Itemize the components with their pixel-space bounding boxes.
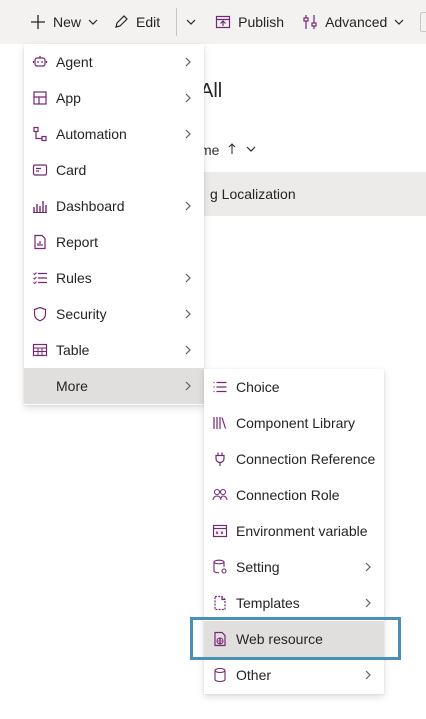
menu-item-label: Automation [56,126,127,142]
menu-item-setting[interactable]: Setting [204,549,384,585]
menu-item-label: More [56,378,88,394]
chevron-right-icon [180,306,196,322]
card-icon [32,162,48,178]
report-icon [32,234,48,250]
edit-label: Edit [136,14,161,30]
column-header-name[interactable]: me [200,142,257,158]
chevron-down-icon [245,142,257,158]
menu-item-label: Environment variable [236,523,368,539]
chevron-right-icon [180,342,196,358]
templates-icon [212,595,228,611]
publish-label: Publish [238,14,285,30]
menu-item-label: Card [56,162,87,178]
menu-item-label: Templates [236,595,300,611]
more-edit-options-button[interactable] [181,0,201,44]
rules-icon [32,270,48,286]
menu-item-report[interactable]: Report [24,224,204,260]
menu-item-component-library[interactable]: Component Library [204,405,384,441]
chevron-right-icon [180,126,196,142]
edit-button[interactable]: Edit [105,0,172,44]
agent-icon [32,54,48,70]
chevron-right-icon [180,270,196,286]
setting-icon [212,559,228,575]
menu-item-label: Other [236,667,272,683]
chevron-right-icon [180,198,196,214]
menu-item-label: Component Library [236,415,356,431]
plus-icon [30,14,46,30]
row-name-cell: g Localization [210,186,296,202]
component-library-icon [212,415,228,431]
new-menu: Agent App Automation Card Dashboard Repo… [24,44,204,405]
chevron-right-icon [180,90,196,106]
new-button[interactable]: New [0,0,105,44]
menu-item-label: Report [56,234,99,250]
menu-item-choice[interactable]: Choice [204,369,384,405]
choice-icon [212,379,228,395]
menu-item-table[interactable]: Table [24,332,204,368]
advanced-button[interactable]: Advanced [296,0,411,44]
menu-item-connection-reference[interactable]: Connection Reference [204,441,384,477]
chevron-down-icon [87,16,99,28]
chevron-down-icon [185,16,197,28]
shield-icon [32,306,48,322]
menu-item-other[interactable]: Other [204,657,384,693]
menu-item-rules[interactable]: Rules [24,260,204,296]
menu-item-security[interactable]: Security [24,296,204,332]
menu-item-label: App [56,90,81,106]
sort-ascending-icon [227,142,237,158]
chevron-down-icon [393,16,405,28]
automation-icon [32,126,48,142]
menu-item-label: Security [56,306,107,322]
menu-item-automation[interactable]: Automation [24,116,204,152]
advanced-label: Advanced [325,14,388,30]
toolbar-divider [176,8,178,36]
table-icon [32,342,48,358]
publish-button[interactable]: Publish [201,0,296,44]
other-icon [212,667,228,683]
overflow-icon[interactable] [420,12,426,32]
chevron-right-icon [360,667,376,683]
menu-item-card[interactable]: Card [24,152,204,188]
command-bar: New Edit Publish Advanced [0,0,426,44]
menu-item-label: Web resource [236,631,323,647]
menu-item-label: Agent [56,54,93,70]
web-resource-icon [212,631,228,647]
pencil-icon [113,14,129,30]
table-row[interactable]: g Localization [186,172,426,216]
menu-item-templates[interactable]: Templates [204,585,384,621]
menu-item-dashboard[interactable]: Dashboard [24,188,204,224]
menu-item-connection-role[interactable]: Connection Role [204,477,384,513]
chevron-right-icon [180,378,196,394]
menu-item-label: Rules [56,270,92,286]
publish-icon [215,14,231,30]
menu-item-label: Choice [236,379,280,395]
menu-item-label: Connection Role [236,487,340,503]
menu-item-more[interactable]: More [24,368,204,404]
menu-item-label: Table [56,342,90,358]
more-submenu: Choice Component Library Connection Refe… [204,369,384,694]
menu-item-app[interactable]: App [24,80,204,116]
menu-item-label: Dashboard [56,198,125,214]
app-icon [32,90,48,106]
menu-item-label: Connection Reference [236,451,376,467]
menu-item-web-resource[interactable]: Web resource [204,621,384,657]
menu-item-agent[interactable]: Agent [24,44,204,80]
chevron-right-icon [360,595,376,611]
menu-item-environment-variable[interactable]: Environment variable [204,513,384,549]
menu-item-label: Setting [236,559,280,575]
chevron-right-icon [180,54,196,70]
advanced-icon [302,14,318,30]
new-label: New [53,14,82,30]
dashboard-icon [32,198,48,214]
connection-reference-icon [212,451,228,467]
chevron-right-icon [360,559,376,575]
connection-role-icon [212,487,228,503]
environment-variable-icon [212,523,228,539]
